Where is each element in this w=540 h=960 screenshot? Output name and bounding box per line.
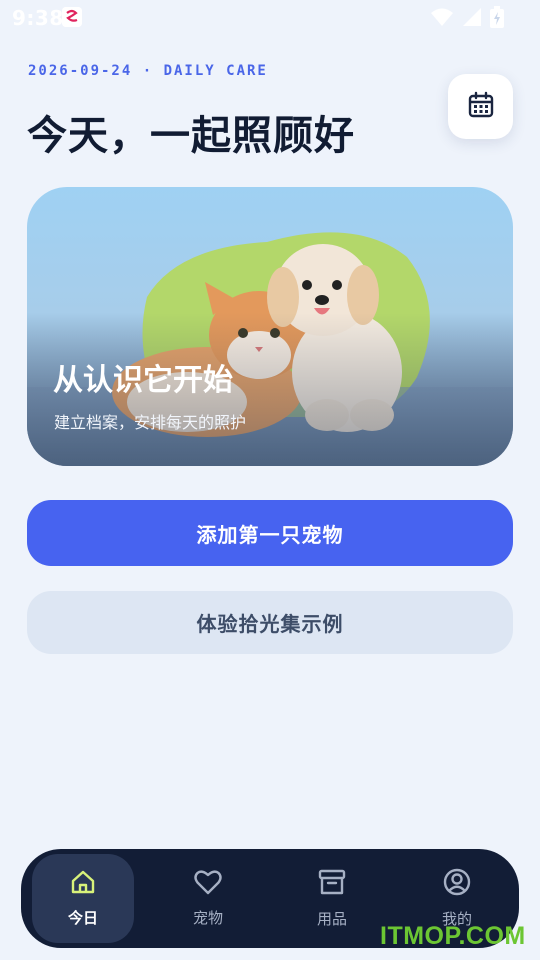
calendar-icon bbox=[467, 91, 495, 123]
hero-title: 从认识它开始 bbox=[53, 363, 233, 398]
battery-icon bbox=[490, 6, 504, 32]
status-time: 9:38 bbox=[12, 6, 64, 30]
wifi-icon bbox=[430, 7, 454, 31]
nav-item-today[interactable]: 今日 bbox=[32, 854, 134, 943]
nav-item-pets[interactable]: 宠物 bbox=[157, 854, 259, 943]
nav-label-supplies: 用品 bbox=[316, 910, 347, 928]
archive-box-icon bbox=[318, 868, 346, 900]
watermark: ITMOP.COM bbox=[380, 922, 526, 950]
nav-item-supplies[interactable]: 用品 bbox=[281, 854, 383, 943]
hero-subtitle: 建立档案，安排每天的照护 bbox=[54, 413, 247, 432]
heart-icon bbox=[194, 869, 222, 899]
add-first-pet-button[interactable]: 添加第一只宠物 bbox=[27, 500, 513, 566]
status-icons bbox=[430, 6, 504, 32]
home-icon bbox=[70, 869, 96, 899]
status-bar: 9:38 bbox=[0, 0, 540, 36]
nav-label-pets: 宠物 bbox=[192, 909, 223, 927]
signal-icon bbox=[462, 7, 482, 31]
page-title: 今天，一起照顾好 bbox=[27, 113, 355, 159]
date-line: 2026-09-24 · DAILY CARE bbox=[28, 63, 268, 79]
try-demo-button[interactable]: 体验拾光集示例 bbox=[27, 591, 513, 654]
nav-label-today: 今日 bbox=[67, 909, 98, 927]
hero-card[interactable]: 从认识它开始 建立档案，安排每天的照护 bbox=[27, 187, 513, 466]
user-circle-icon bbox=[443, 868, 471, 900]
calendar-button[interactable] bbox=[448, 74, 513, 139]
app-notification-icon bbox=[62, 7, 82, 27]
